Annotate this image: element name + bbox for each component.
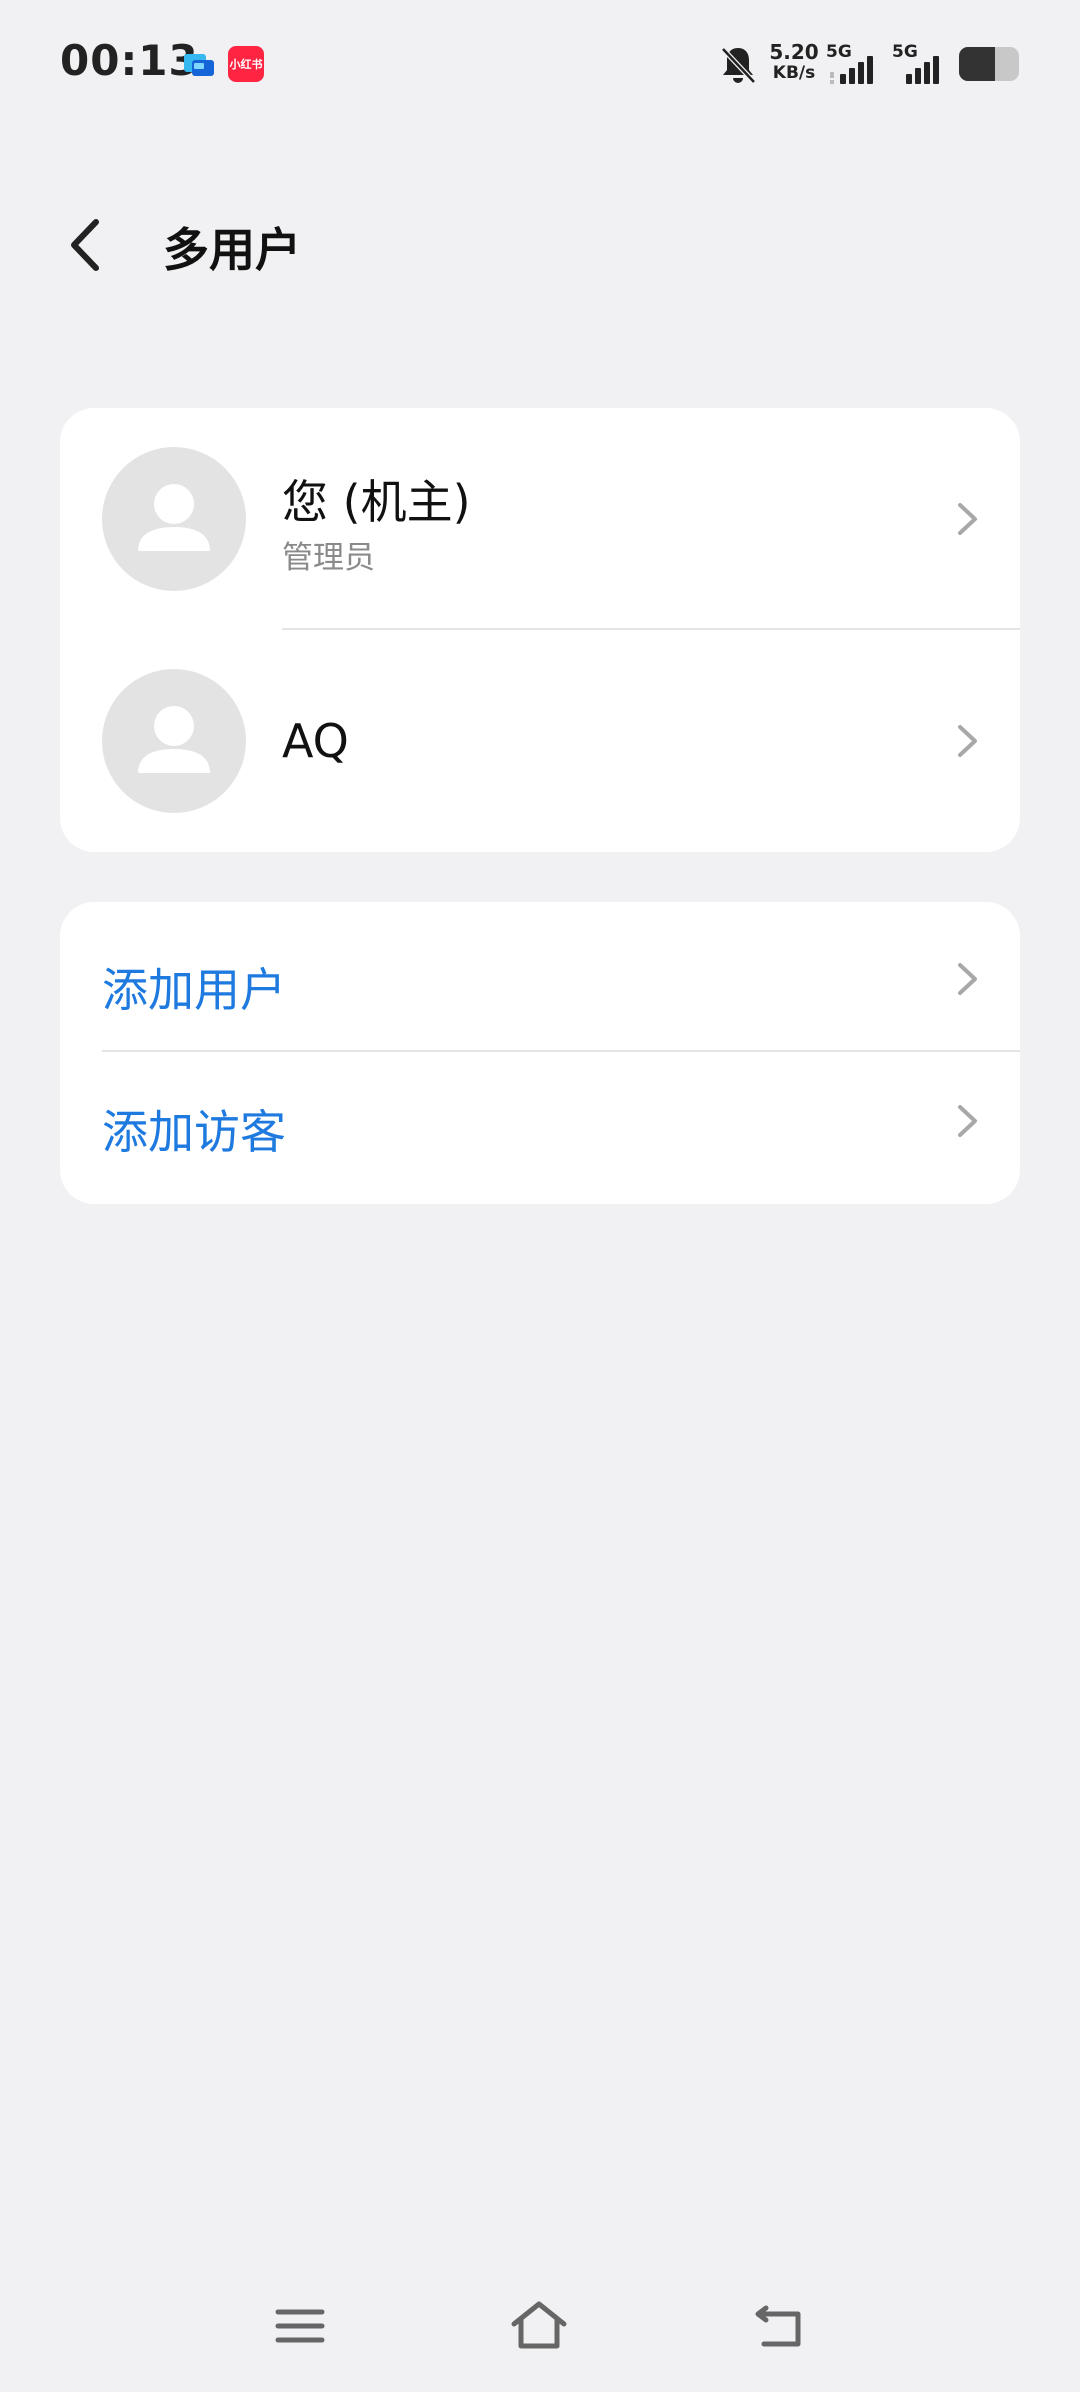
xiaohongshu-app-icon: 小红书 [228,46,264,82]
battery-icon [959,47,1019,81]
person-icon [138,706,210,773]
back-icon[interactable] [752,2300,808,2350]
user-row-owner[interactable]: 您 (机主) 管理员 [60,408,1020,630]
chevron-right-icon [958,725,977,757]
chat-app-icon [184,54,214,76]
add-guest-label: 添加访客 [102,1105,286,1159]
signal-indicator-2: 5G [892,42,952,86]
network-speed-value: 5.20 [769,40,819,64]
network-speed: 5.20 KB/s [764,42,824,84]
actions-card: 添加用户 添加访客 [60,902,1020,1204]
add-guest-button[interactable]: 添加访客 [60,1052,1020,1202]
signal-icon [906,56,939,84]
page-title: 多用户 [163,223,301,277]
xiaohongshu-app-label: 小红书 [229,58,263,71]
users-card: 您 (机主) 管理员 AQ [60,408,1020,852]
network-speed-unit: KB/s [772,63,816,83]
avatar [102,447,246,591]
chevron-right-icon [958,1105,977,1137]
add-user-button[interactable]: 添加用户 [60,902,1020,1052]
person-icon [138,484,210,551]
add-user-label: 添加用户 [102,963,286,1017]
signal-icon [830,56,873,84]
back-arrow-icon [71,219,99,271]
bell-muted-icon [721,47,756,84]
user-role: 管理员 [282,540,375,576]
user-name: 您 (机主) [282,475,471,529]
chevron-right-icon [958,963,977,995]
status-bar: 00:13 小红书 5.20 KB/s 5G 5G [0,0,1080,130]
status-time: 00:13 [60,36,199,85]
back-button[interactable] [58,212,118,278]
menu-icon[interactable] [274,2306,326,2346]
home-icon[interactable] [508,2298,570,2352]
user-name: AQ [282,714,349,768]
avatar [102,669,246,813]
chevron-right-icon [958,503,977,535]
user-row-aq[interactable]: AQ [60,630,1020,852]
signal-indicator-1: 5G [826,42,886,86]
